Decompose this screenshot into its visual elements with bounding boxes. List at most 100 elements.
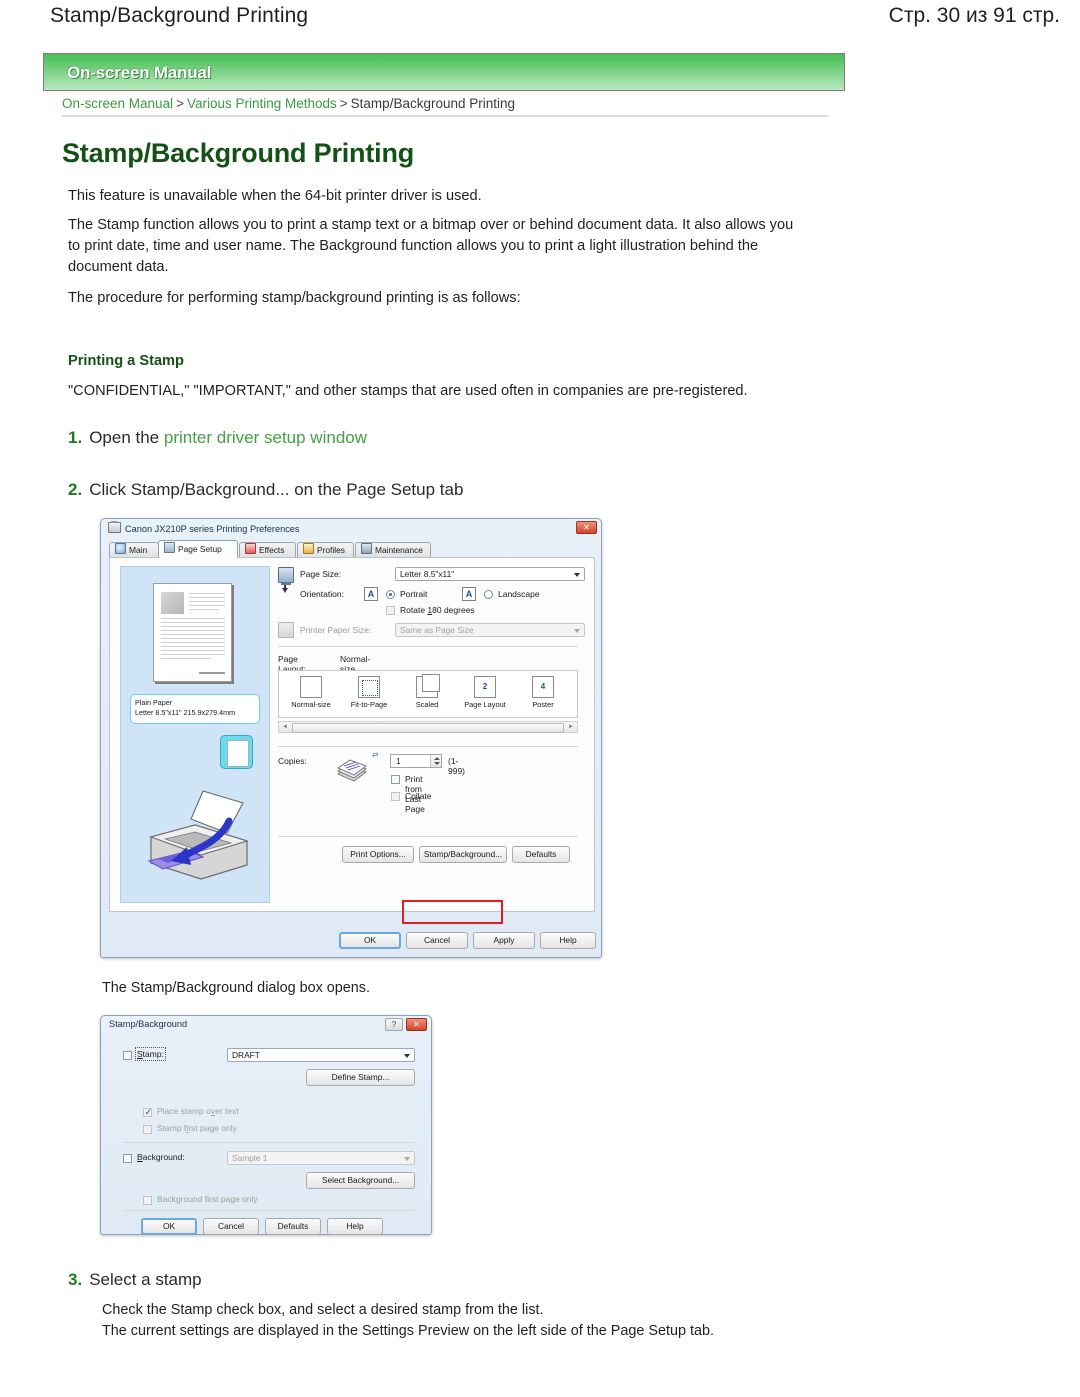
stamp-background-highlight bbox=[402, 900, 503, 924]
stamp-help-button[interactable]: Help bbox=[327, 1218, 383, 1235]
page-size-combobox[interactable]: Letter 8.5"x11" bbox=[395, 567, 585, 581]
printer-paper-size-label: Printer Paper Size: bbox=[300, 625, 372, 635]
stamp-divider-1 bbox=[123, 1142, 415, 1143]
step-1-text: Open the bbox=[89, 428, 164, 447]
printer-paper-size-combobox[interactable]: Same as Page Size bbox=[395, 623, 585, 637]
step-2: 2. Click Stamp/Background... on the Page … bbox=[68, 480, 463, 500]
tab-main[interactable]: Main bbox=[109, 542, 159, 557]
prefs-caption: The Stamp/Background dialog box opens. bbox=[102, 980, 370, 996]
copies-value: 1 bbox=[396, 756, 401, 766]
scrollbar-thumb[interactable] bbox=[292, 723, 564, 733]
tab-page-setup[interactable]: Page Setup bbox=[158, 540, 238, 558]
prefs-titlebar: Canon JX210P series Printing Preferences… bbox=[101, 519, 601, 537]
landscape-label: Landscape bbox=[498, 589, 540, 599]
help-icon[interactable]: ? bbox=[385, 1018, 403, 1031]
paper-type: Plain Paper bbox=[135, 698, 173, 707]
copies-spinner[interactable]: 1 bbox=[390, 754, 442, 768]
gallery-label-page-layout: Page Layout bbox=[464, 700, 506, 709]
portrait-glyph-icon: A bbox=[364, 587, 378, 601]
checkbox-print-from-last-page[interactable] bbox=[391, 775, 400, 784]
page-number: Стр. 30 из 91 стр. bbox=[888, 4, 1060, 27]
breadcrumb-link-root[interactable]: On-screen Manual bbox=[62, 96, 173, 111]
landscape-glyph-icon: A bbox=[462, 587, 476, 601]
stamp-checkbox-label: Stamp: bbox=[135, 1047, 166, 1061]
stamp-defaults-button[interactable]: Defaults bbox=[265, 1218, 321, 1235]
define-stamp-button[interactable]: Define Stamp... bbox=[306, 1069, 415, 1086]
page-size-row: Page Size: Letter 8.5"x11" bbox=[278, 566, 586, 585]
gallery-item-scaled[interactable]: Scaled bbox=[399, 674, 455, 709]
scroll-left-icon[interactable]: ◄ bbox=[282, 724, 288, 730]
checkbox-stamp-first-page-only[interactable] bbox=[143, 1125, 152, 1134]
step-3-text: Select a stamp bbox=[89, 1270, 202, 1289]
tab-profiles[interactable]: Profiles bbox=[297, 542, 354, 557]
stamp-divider-2 bbox=[123, 1210, 415, 1211]
page-size-icon bbox=[278, 567, 294, 585]
page-size-label: Page Size: bbox=[300, 569, 342, 579]
tab-maintenance[interactable]: Maintenance bbox=[355, 542, 431, 557]
tab-effects[interactable]: Effects bbox=[239, 542, 296, 557]
scaled-icon bbox=[416, 674, 440, 698]
gallery-item-page-layout[interactable]: 2 Page Layout bbox=[457, 676, 513, 709]
page-layout-badge: 2 bbox=[482, 682, 488, 691]
gallery-label-normal-size: Normal-size bbox=[291, 700, 331, 709]
checkbox-background-first-page-only[interactable] bbox=[143, 1196, 152, 1205]
help-button[interactable]: Help bbox=[540, 932, 596, 949]
stamp-chevron-down-icon bbox=[404, 1054, 410, 1058]
paper-source-chip bbox=[220, 735, 253, 769]
checkbox-place-stamp-over-text[interactable] bbox=[143, 1107, 152, 1118]
gallery-item-poster[interactable]: 4 Poster bbox=[515, 676, 571, 709]
scroll-right-icon[interactable]: ► bbox=[568, 724, 574, 730]
select-background-button[interactable]: Select Background... bbox=[306, 1172, 415, 1189]
stamp-ok-button[interactable]: OK bbox=[141, 1218, 197, 1235]
stamp-background-button[interactable]: Stamp/Background... bbox=[419, 846, 507, 863]
stamp-dialog-titlebar: Stamp/Background ? ✕ bbox=[101, 1016, 431, 1034]
stamp-cancel-button[interactable]: Cancel bbox=[203, 1218, 259, 1235]
place-stamp-over-text-label: Place stamp over text bbox=[157, 1106, 239, 1116]
apply-button[interactable]: Apply bbox=[473, 932, 535, 949]
tab-page-setup-label: Page Setup bbox=[178, 544, 222, 554]
gallery-horizontal-scrollbar[interactable]: ◄ ► bbox=[278, 721, 578, 733]
cancel-button[interactable]: Cancel bbox=[406, 932, 468, 949]
ok-button[interactable]: OK bbox=[339, 932, 401, 949]
background-combobox[interactable]: Sample 1 bbox=[227, 1151, 415, 1165]
divider-2 bbox=[278, 746, 578, 747]
prefs-client-area: Plain Paper Letter 8.5"x11" 215.9x279.4m… bbox=[109, 557, 595, 912]
radio-landscape[interactable] bbox=[484, 590, 493, 599]
effects-tab-icon bbox=[245, 543, 256, 554]
tab-maintenance-label: Maintenance bbox=[375, 545, 423, 555]
paper-info-bubble: Plain Paper Letter 8.5"x11" 215.9x279.4m… bbox=[130, 694, 260, 724]
poster-badge: 4 bbox=[540, 682, 546, 691]
checkbox-background[interactable] bbox=[123, 1154, 132, 1163]
tab-main-label: Main bbox=[129, 545, 148, 555]
step-1-link[interactable]: printer driver setup window bbox=[164, 428, 367, 447]
close-icon[interactable]: ✕ bbox=[576, 521, 597, 534]
printer-paper-size-row: Printer Paper Size: Same as Page Size bbox=[278, 621, 586, 643]
prefs-tabstrip: Main Page Setup Effects Profiles Mainten… bbox=[109, 540, 595, 558]
document-thumbnail bbox=[153, 583, 232, 682]
checkbox-stamp[interactable] bbox=[123, 1051, 132, 1060]
page-setup-settings: Page Size: Letter 8.5"x11" Orientation: … bbox=[278, 566, 586, 863]
step-3-details: Check the Stamp check box, and select a … bbox=[102, 1300, 892, 1342]
breadcrumb-link-section[interactable]: Various Printing Methods bbox=[187, 96, 337, 111]
print-options-button[interactable]: Print Options... bbox=[342, 846, 414, 863]
page-header: Stamp/Background Printing Стр. 30 из 91 … bbox=[0, 0, 1080, 44]
stamp-dialog-title: Stamp/Background bbox=[109, 1019, 188, 1029]
settings-preview: Plain Paper Letter 8.5"x11" 215.9x279.4m… bbox=[120, 566, 270, 903]
checkbox-collate[interactable] bbox=[391, 792, 400, 801]
checkbox-rotate-180[interactable] bbox=[386, 606, 395, 615]
tab-profiles-label: Profiles bbox=[317, 545, 345, 555]
fit-to-page-icon bbox=[358, 676, 380, 698]
stamp-dialog-close-icon[interactable]: ✕ bbox=[406, 1018, 427, 1031]
radio-portrait[interactable] bbox=[386, 590, 395, 599]
spinner-arrows-icon[interactable] bbox=[430, 755, 441, 767]
printer-illustration bbox=[147, 790, 249, 880]
stamp-combobox[interactable]: DRAFT bbox=[227, 1048, 415, 1062]
chevron-down-icon bbox=[574, 573, 580, 577]
background-value: Sample 1 bbox=[232, 1153, 268, 1163]
article-paragraph-2: The Stamp function allows you to print a… bbox=[68, 217, 794, 275]
defaults-button[interactable]: Defaults bbox=[512, 846, 570, 863]
stamp-first-page-only-label: Stamp first page only bbox=[157, 1123, 237, 1133]
gallery-item-normal-size[interactable]: Normal-size bbox=[283, 676, 339, 709]
gallery-item-fit-to-page[interactable]: Fit-to-Page bbox=[341, 676, 397, 709]
step-3-line-2: The current settings are displayed in th… bbox=[102, 1323, 714, 1339]
